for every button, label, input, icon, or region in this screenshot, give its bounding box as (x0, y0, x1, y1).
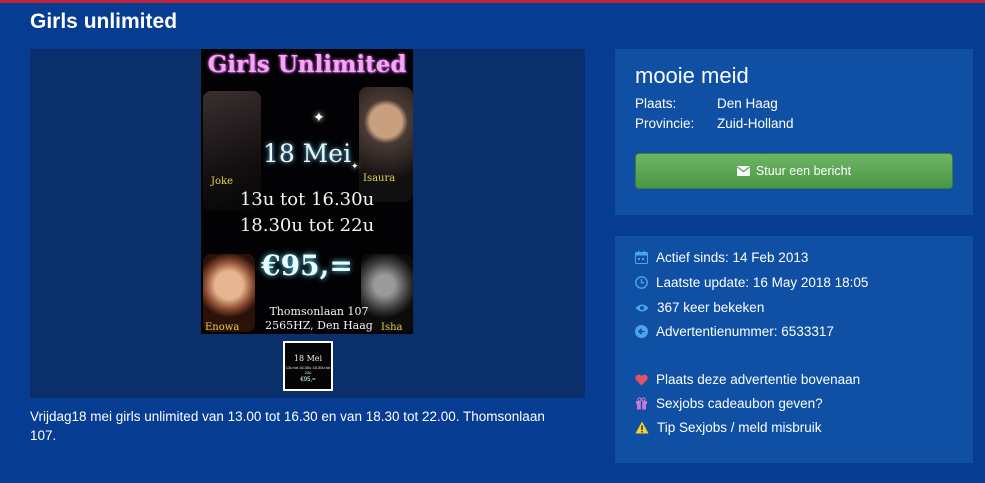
province-value: Zuid-Holland (717, 116, 794, 131)
last-update-row: Laatste update: 16 May 2018 18:05 (635, 275, 868, 290)
report-abuse-link[interactable]: Tip Sexjobs / meld misbruik (635, 420, 822, 435)
gallery-thumbnail[interactable]: 18 Mei 13u tot 16.30u 18.30u tot 22u €95… (283, 341, 333, 391)
arrow-left-icon (635, 325, 648, 338)
promote-ad-label: Plaats deze advertentie bovenaan (656, 372, 861, 387)
poster-name: Enowa (205, 322, 240, 333)
last-update-text: Laatste update: 16 May 2018 18:05 (656, 275, 869, 290)
place-row: Plaats: Den Haag (635, 96, 778, 111)
warning-icon (635, 421, 649, 434)
ad-number-text: Advertentienummer: 6533317 (656, 324, 834, 339)
gift-voucher-label: Sexjobs cadeaubon geven? (656, 396, 823, 411)
poster-name: Isha (381, 322, 403, 333)
province-label: Provincie: (635, 116, 695, 131)
ad-number-row: Advertentienummer: 6533317 (635, 324, 834, 339)
listing-card: mooie meid Plaats: Den Haag Provincie: Zui… (615, 49, 973, 215)
listing-title: mooie meid (635, 63, 749, 88)
calendar-icon (635, 251, 648, 264)
report-abuse-label: Tip Sexjobs / meld misbruik (657, 420, 822, 435)
top-accent-line (0, 0, 985, 3)
clock-icon (635, 276, 648, 289)
poster-title: Girls Unlimited (207, 51, 407, 78)
place-value: Den Haag (717, 96, 778, 111)
send-message-button[interactable]: Stuur een bericht (635, 153, 953, 189)
send-message-label: Stuur een bericht (755, 164, 852, 178)
gift-icon (636, 397, 647, 410)
gift-voucher-link[interactable]: Sexjobs cadeaubon geven? (635, 396, 823, 411)
thumbnail-times: 13u tot 16.30u 18.30u tot 22u (285, 365, 331, 375)
info-card: Actief sinds: 14 Feb 2013 Laatste update… (615, 236, 973, 463)
heart-icon (635, 374, 648, 385)
poster-price: €95,= (261, 249, 353, 282)
sparkle-icon: ✦ (313, 109, 325, 125)
main-photo[interactable]: Girls Unlimited ✦ ✦ 18 Mei 13u tot 16.30… (201, 49, 413, 334)
poster-time-1: 13u tot 16.30u (239, 189, 375, 210)
thumbnail-date: 18 Mei (293, 354, 323, 363)
active-since-row: Actief sinds: 14 Feb 2013 (635, 250, 808, 265)
poster-name: Isaura (363, 173, 396, 184)
views-row: 367 keer bekeken (635, 300, 764, 315)
active-since-text: Actief sinds: 14 Feb 2013 (656, 250, 809, 265)
envelope-icon (736, 166, 750, 176)
thumbnail-price: €95,= (300, 377, 316, 383)
poster-name: Joke (211, 176, 234, 187)
poster-time-2: 18.30u tot 22u (239, 215, 375, 236)
eye-icon (635, 304, 649, 311)
place-label: Plaats: (635, 96, 677, 111)
poster-address-1: Thomsonlaan 107 (269, 305, 369, 318)
promote-ad-link[interactable]: Plaats deze advertentie bovenaan (635, 372, 860, 387)
province-row: Provincie: Zuid-Holland (635, 116, 794, 131)
views-text: 367 keer bekeken (657, 300, 765, 315)
page-title: Girls unlimited (30, 10, 178, 33)
ad-description: Vrijdag18 mei girls unlimited van 13.00 … (30, 409, 545, 443)
photo-gallery: Girls Unlimited ✦ ✦ 18 Mei 13u tot 16.30… (30, 49, 585, 398)
poster-date: 18 Mei (262, 139, 352, 168)
